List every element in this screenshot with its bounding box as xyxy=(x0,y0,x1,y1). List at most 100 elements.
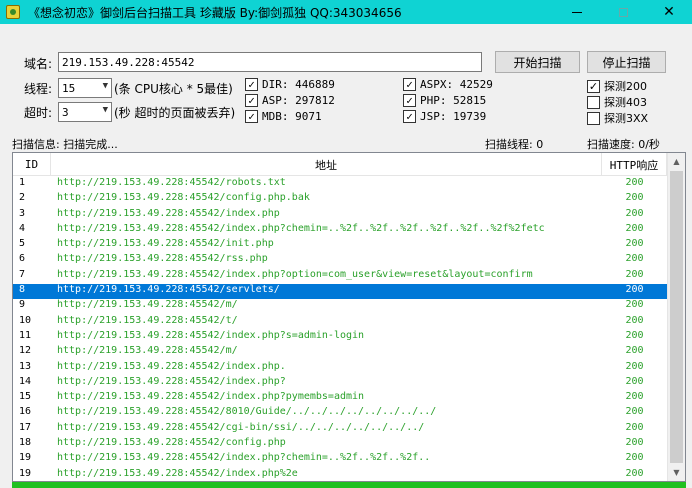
table-row[interactable]: 5 http://219.153.49.228:45542/init.php 200 xyxy=(13,238,667,253)
scan-threads: 扫描线程: 0 xyxy=(485,138,544,151)
table-row[interactable]: 1 http://219.153.49.228:45542/robots.txt 2… xyxy=(13,177,667,192)
checkbox-php[interactable]: ✓ PHP: 52815 xyxy=(403,94,486,107)
threads-value: 15 xyxy=(62,81,76,95)
table-row[interactable]: 13 http://219.153.49.228:45542/index.php.… xyxy=(13,361,667,376)
row-url: http://219.153.49.228:45542/index.php%2e xyxy=(57,467,298,479)
row-http-code: 200 xyxy=(625,314,644,326)
table-row[interactable]: 7 http://219.153.49.228:45542/index.php?o… xyxy=(13,269,667,284)
row-url: http://219.153.49.228:45542/config.php xyxy=(57,437,286,449)
scroll-up-icon[interactable]: ▲ xyxy=(668,153,685,170)
close-icon: ✕ xyxy=(663,4,675,20)
table-row[interactable]: 18 http://219.153.49.228:45542/config.php… xyxy=(13,437,667,452)
stop-scan-button[interactable]: 停止扫描 xyxy=(587,51,666,73)
minimize-icon xyxy=(572,11,582,13)
list-rows: 1 http://219.153.49.228:45542/robots.txt 2… xyxy=(13,177,667,481)
row-id: 10 xyxy=(19,314,32,326)
row-url: http://219.153.49.228:45542/config.php.b… xyxy=(57,192,310,204)
row-id: 19 xyxy=(19,452,32,464)
timeout-select[interactable]: 3 ▼ xyxy=(58,102,112,122)
row-id: 19 xyxy=(19,467,32,479)
row-url: http://219.153.49.228:45542/index.php? xyxy=(57,375,286,387)
maximize-icon xyxy=(618,7,628,17)
row-http-code: 200 xyxy=(625,375,644,387)
row-http-code: 200 xyxy=(625,284,644,296)
row-url: http://219.153.49.228:45542/index.php. xyxy=(57,360,286,372)
row-id: 7 xyxy=(19,268,26,280)
checkbox-box: ✓ xyxy=(245,94,258,107)
checkbox-box: ✓ xyxy=(403,110,416,123)
row-id: 8 xyxy=(19,284,26,296)
checkbox-probe-403[interactable]: 探测403 xyxy=(587,94,647,110)
row-url: http://219.153.49.228:45542/rss.php xyxy=(57,253,268,265)
row-http-code: 200 xyxy=(625,467,644,479)
table-row[interactable]: 15 http://219.153.49.228:45542/index.php?… xyxy=(13,391,667,406)
row-url: http://219.153.49.228:45542/robots.txt xyxy=(57,177,286,188)
minimize-button[interactable] xyxy=(554,0,600,24)
checkbox-jsp[interactable]: ✓ JSP: 19739 xyxy=(403,110,486,123)
row-url: http://219.153.49.228:45542/index.php?op… xyxy=(57,268,533,280)
row-url: http://219.153.49.228:45542/m/ xyxy=(57,299,238,311)
table-row[interactable]: 8 http://219.153.49.228:45542/servlets/20… xyxy=(13,284,667,300)
table-row[interactable]: 9 http://219.153.49.228:45542/m/200 xyxy=(13,299,667,314)
checkbox-box: ✓ xyxy=(245,78,258,91)
checkbox-dir[interactable]: ✓ DIR: 446889 xyxy=(245,78,335,91)
row-http-code: 200 xyxy=(625,437,644,449)
scan-speed: 扫描速度: 0/秒 xyxy=(587,138,660,151)
table-row[interactable]: 11 http://219.153.49.228:45542/index.php?… xyxy=(13,330,667,345)
row-id: 1 xyxy=(19,177,26,188)
row-id: 12 xyxy=(19,345,32,357)
vertical-scrollbar[interactable]: ▲ ▼ xyxy=(667,153,685,481)
table-row[interactable]: 2 http://219.153.49.228:45542/config.php.… xyxy=(13,192,667,207)
title-bar: 《想念初恋》御剑后台扫描工具 珍藏版 By:御剑孤独 QQ:343034656 … xyxy=(0,0,692,24)
table-row[interactable]: 3 http://219.153.49.228:45542/index.php 20… xyxy=(13,208,667,223)
table-row[interactable]: 4 http://219.153.49.228:45542/index.php?c… xyxy=(13,223,667,238)
settings-panel: 域名: 219.153.49.228:45542 开始扫描 停止扫描 线程: 1… xyxy=(14,42,676,130)
row-url: http://219.153.49.228:45542/servlets/ xyxy=(57,284,280,296)
row-id: 9 xyxy=(19,299,26,311)
row-http-code: 200 xyxy=(625,452,644,464)
row-url: http://219.153.49.228:45542/m/ xyxy=(57,345,238,357)
row-http-code: 200 xyxy=(625,360,644,372)
table-row[interactable]: 10 http://219.153.49.228:45542/t/200 xyxy=(13,315,667,330)
column-header-http[interactable]: HTTP响应 xyxy=(602,153,667,176)
column-header-url[interactable]: 地址 xyxy=(51,153,602,176)
row-id: 17 xyxy=(19,421,32,433)
checkbox-asp[interactable]: ✓ ASP: 297812 xyxy=(245,94,335,107)
domain-input[interactable]: 219.153.49.228:45542 xyxy=(58,52,482,72)
row-http-code: 200 xyxy=(625,406,644,418)
row-http-code: 200 xyxy=(625,222,644,234)
scroll-thumb[interactable] xyxy=(670,171,683,463)
threads-select[interactable]: 15 ▼ xyxy=(58,78,112,98)
table-row[interactable]: 6 http://219.153.49.228:45542/rss.php 200 xyxy=(13,253,667,268)
window-controls: ✕ xyxy=(554,0,692,24)
table-row[interactable]: 16 http://219.153.49.228:45542/8010/Guide… xyxy=(13,406,667,421)
row-url: http://219.153.49.228:45542/index.php?py… xyxy=(57,391,365,403)
checkbox-box: ✓ xyxy=(403,94,416,107)
checkbox-probe-3xx[interactable]: 探测3XX xyxy=(587,110,648,126)
checkbox-mdb[interactable]: ✓ MDB: 9071 xyxy=(245,110,322,123)
maximize-button xyxy=(600,0,646,24)
row-http-code: 200 xyxy=(625,268,644,280)
column-header-id[interactable]: ID xyxy=(13,153,51,176)
scroll-down-icon[interactable]: ▼ xyxy=(668,464,685,481)
row-http-code: 200 xyxy=(625,391,644,403)
checkbox-box: ✓ xyxy=(403,78,416,91)
domain-label: 域名: xyxy=(24,57,53,71)
close-button[interactable]: ✕ xyxy=(646,0,692,24)
table-row[interactable]: 19 http://219.153.49.228:45542/index.php%… xyxy=(13,467,667,481)
window-title: 《想念初恋》御剑后台扫描工具 珍藏版 By:御剑孤独 QQ:343034656 xyxy=(28,5,402,20)
start-scan-button[interactable]: 开始扫描 xyxy=(495,51,580,73)
timeout-label: 超时: xyxy=(24,106,53,120)
row-url: http://219.153.49.228:45542/index.php?ch… xyxy=(57,222,545,234)
table-row[interactable]: 14 http://219.153.49.228:45542/index.php?… xyxy=(13,376,667,391)
table-row[interactable]: 17 http://219.153.49.228:45542/cgi-bin/ss… xyxy=(13,422,667,437)
row-http-code: 200 xyxy=(625,329,644,341)
results-list[interactable]: ID 地址 HTTP响应 1 http://219.153.49.228:4554… xyxy=(12,152,686,482)
chevron-down-icon: ▼ xyxy=(102,105,108,115)
row-http-code: 200 xyxy=(625,299,644,311)
table-row[interactable]: 12 http://219.153.49.228:45542/m/200 xyxy=(13,345,667,360)
checkbox-aspx[interactable]: ✓ ASPX: 42529 xyxy=(403,78,493,91)
checkbox-probe-200[interactable]: ✓ 探测200 xyxy=(587,78,647,94)
table-row[interactable]: 19 http://219.153.49.228:45542/index.php?… xyxy=(13,452,667,467)
row-http-code: 200 xyxy=(625,238,644,250)
